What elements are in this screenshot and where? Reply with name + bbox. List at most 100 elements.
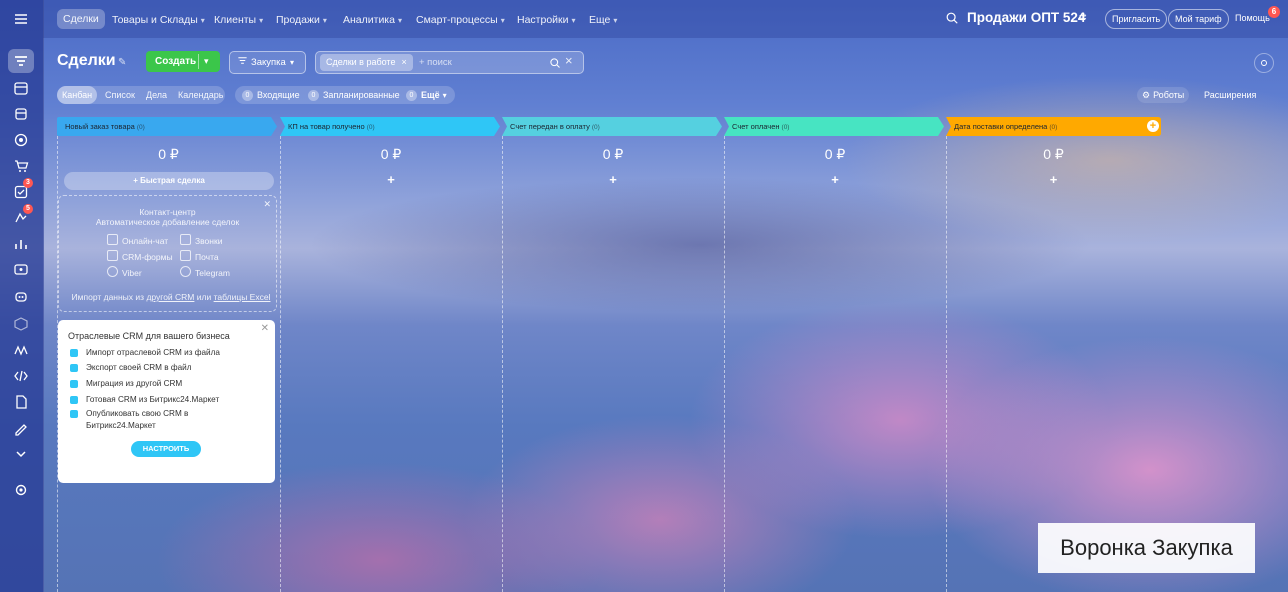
pin-icon[interactable]: ✎ bbox=[118, 57, 126, 68]
promo-item-label: Готовая CRM из Битрикс24.Маркет bbox=[86, 395, 220, 404]
clear-icon[interactable]: × bbox=[565, 53, 573, 68]
view-calendar[interactable]: Календарь bbox=[178, 86, 223, 104]
contact-center-title: Контакт-центр bbox=[139, 207, 196, 217]
tariff-button[interactable]: Мой тариф bbox=[1168, 9, 1229, 29]
chevron-down-icon[interactable] bbox=[11, 444, 31, 464]
portal-name[interactable]: Продажи ОПТ 524 bbox=[967, 10, 1085, 25]
view-kanban[interactable]: Канбан bbox=[57, 86, 98, 104]
robots-label: Роботы bbox=[1153, 90, 1185, 100]
column-header-delivery-date[interactable]: Дата поставки определена (0) + bbox=[946, 117, 1161, 136]
robots-button[interactable]: ⚙ Роботы bbox=[1137, 87, 1190, 103]
source-telegram[interactable]: Telegram bbox=[180, 266, 230, 278]
box-icon[interactable] bbox=[11, 314, 31, 334]
column-count: (0) bbox=[781, 124, 790, 131]
sign-icon[interactable] bbox=[11, 418, 31, 438]
counter-more-label: Ещё bbox=[421, 90, 440, 100]
import-excel-link[interactable]: таблицы Excel bbox=[214, 292, 271, 302]
cart-icon[interactable] bbox=[11, 156, 31, 176]
column-divider bbox=[280, 136, 281, 592]
invite-button[interactable]: Пригласить bbox=[1105, 9, 1168, 29]
nav-smart-processes[interactable]: Смарт-процессы ▾ bbox=[416, 11, 505, 29]
column-count: (0) bbox=[1049, 124, 1058, 131]
help-badge: 6 bbox=[1268, 6, 1280, 18]
add-deal-button[interactable]: + bbox=[724, 172, 946, 187]
search-icon[interactable] bbox=[945, 11, 959, 25]
funnel-caption: Воронка Закупка bbox=[1038, 523, 1255, 573]
target-icon[interactable] bbox=[11, 130, 31, 150]
nav-deals[interactable]: Сделки bbox=[57, 9, 105, 29]
shop-icon[interactable] bbox=[11, 104, 31, 124]
document-icon[interactable] bbox=[11, 392, 31, 412]
add-deal-button[interactable]: + bbox=[502, 172, 724, 187]
import-other-crm-link[interactable]: другой CRM bbox=[146, 292, 194, 302]
source-online-chat[interactable]: Онлайн-чат bbox=[107, 234, 168, 246]
column-header-invoice-paid[interactable]: Счет оплачен (0) bbox=[724, 117, 944, 136]
column-title: Новый заказ товара bbox=[65, 122, 135, 131]
tasks-icon[interactable]: 3 bbox=[11, 178, 33, 202]
import-prefix: Импорт данных из bbox=[71, 292, 145, 302]
switch-icon[interactable]: ⇄ bbox=[1079, 12, 1087, 23]
robot-icon[interactable] bbox=[11, 286, 31, 306]
add-stage-icon[interactable]: + bbox=[1147, 120, 1159, 132]
settings-gear-icon[interactable] bbox=[1254, 53, 1274, 73]
promo-title: Отраслевые CRM для вашего бизнеса bbox=[68, 331, 230, 341]
column-divider bbox=[946, 136, 947, 592]
menu-icon[interactable] bbox=[11, 9, 31, 29]
view-activities[interactable]: Дела bbox=[146, 86, 167, 104]
filter-search-bar[interactable]: Сделки в работе × + поиск × bbox=[315, 51, 584, 74]
counter-incoming[interactable]: 0 Входящие bbox=[242, 86, 300, 104]
chevron-down-icon: ▾ bbox=[397, 16, 402, 25]
analytics-icon[interactable] bbox=[11, 234, 31, 254]
nav-deals-label: Сделки bbox=[63, 13, 99, 25]
top-navigation: Сделки Товары и Склады ▾ Клиенты ▾ Продажи… bbox=[43, 0, 1288, 38]
create-button[interactable]: Создать ▾ bbox=[146, 51, 220, 72]
export-icon bbox=[70, 364, 78, 372]
source-crm-forms[interactable]: CRM-формы bbox=[107, 250, 173, 262]
column-sum: 0 ₽ bbox=[158, 146, 179, 162]
chevron-down-icon[interactable]: ▾ bbox=[204, 51, 209, 72]
form-icon bbox=[107, 250, 118, 261]
close-icon[interactable]: × bbox=[401, 57, 406, 67]
funnel-select[interactable]: Закупка ▾ bbox=[229, 51, 306, 74]
nav-clients[interactable]: Клиенты ▾ bbox=[214, 11, 263, 29]
code-icon[interactable] bbox=[11, 366, 31, 386]
feed-badge: 5 bbox=[23, 204, 33, 214]
cloud-icon bbox=[70, 396, 78, 404]
sites-icon[interactable] bbox=[11, 340, 31, 360]
quick-deal-button[interactable]: + Быстрая сделка bbox=[64, 172, 274, 190]
column-header-offer[interactable]: КП на товар получено (0) bbox=[280, 117, 500, 136]
column-count: (0) bbox=[366, 124, 375, 131]
source-viber[interactable]: Viber bbox=[107, 266, 142, 278]
filter-chip[interactable]: Сделки в работе × bbox=[320, 54, 413, 71]
chevron-down-icon: ▾ bbox=[200, 16, 205, 25]
source-mail[interactable]: Почта bbox=[180, 250, 219, 262]
nav-settings[interactable]: Настройки ▾ bbox=[517, 11, 576, 29]
add-deal-button[interactable]: + bbox=[280, 172, 502, 187]
counter-more[interactable]: 0 Ещё ▾ bbox=[406, 86, 447, 104]
chat-icon[interactable] bbox=[11, 260, 31, 280]
view-list[interactable]: Список bbox=[105, 86, 135, 104]
search-input[interactable]: + поиск bbox=[419, 52, 452, 73]
feed-icon[interactable]: 5 bbox=[11, 204, 33, 228]
mail-icon bbox=[180, 250, 191, 261]
search-icon[interactable] bbox=[549, 56, 561, 74]
add-deal-button[interactable]: + bbox=[946, 172, 1161, 187]
crm-filter-icon[interactable] bbox=[8, 49, 34, 73]
extensions-button[interactable]: Расширения bbox=[1199, 87, 1261, 103]
nav-analytics[interactable]: Аналитика ▾ bbox=[343, 11, 402, 29]
column-sum: 0 ₽ bbox=[824, 146, 846, 162]
counter-planned[interactable]: 0 Запланированные bbox=[308, 86, 400, 104]
column-header-new-order[interactable]: Новый заказ товара (0) bbox=[57, 117, 277, 136]
source-label: Telegram bbox=[195, 268, 230, 278]
calendar-icon[interactable] bbox=[11, 78, 31, 98]
configure-button[interactable]: НАСТРОИТЬ bbox=[131, 441, 201, 457]
column-header-invoice-sent[interactable]: Счет передан в оплату (0) bbox=[502, 117, 722, 136]
source-calls[interactable]: Звонки bbox=[180, 234, 222, 246]
chevron-down-icon: ▾ bbox=[322, 16, 327, 25]
gear-icon[interactable] bbox=[11, 480, 31, 500]
nav-more[interactable]: Еще ▾ bbox=[589, 11, 617, 29]
nav-settings-label: Настройки bbox=[517, 14, 569, 26]
nav-products[interactable]: Товары и Склады ▾ bbox=[112, 11, 205, 29]
nav-sales[interactable]: Продажи ▾ bbox=[276, 11, 327, 29]
close-icon[interactable]: ✕ bbox=[261, 323, 269, 334]
